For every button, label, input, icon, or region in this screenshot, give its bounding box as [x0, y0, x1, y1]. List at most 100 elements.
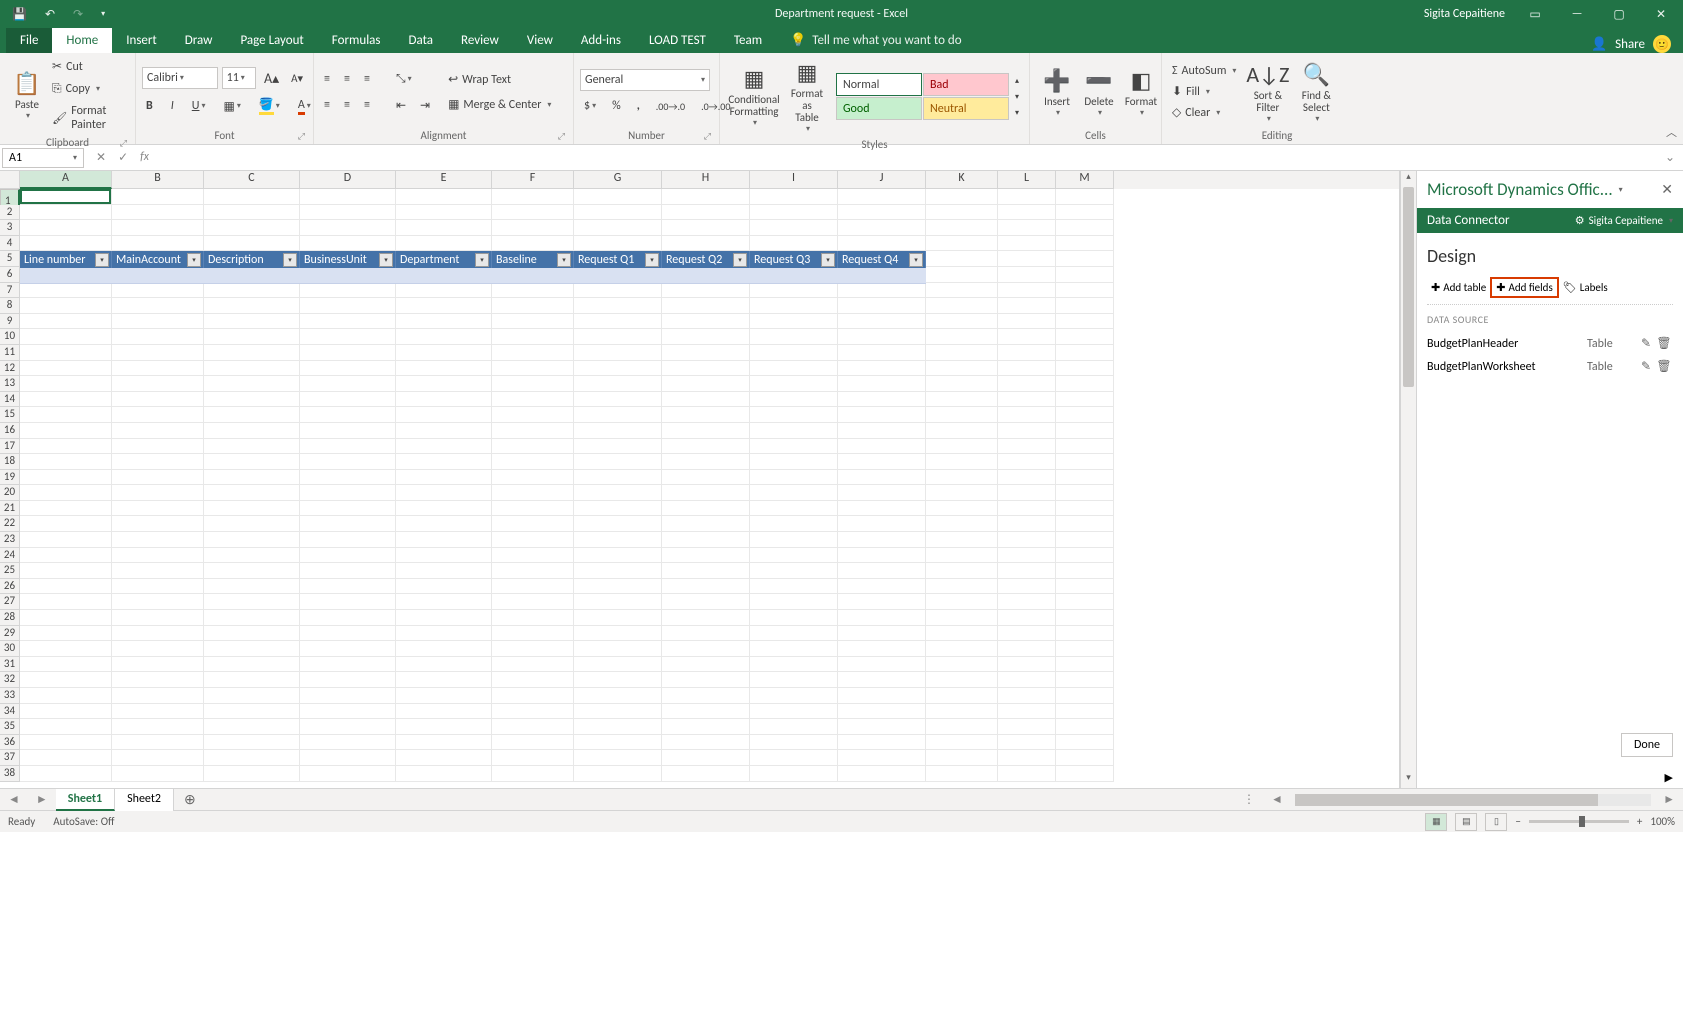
- cell[interactable]: [396, 672, 492, 688]
- column-header-H[interactable]: H: [662, 171, 750, 189]
- cell[interactable]: [300, 314, 396, 330]
- cell[interactable]: [998, 189, 1056, 205]
- cell[interactable]: [204, 345, 300, 361]
- cell[interactable]: [112, 750, 204, 766]
- tab-data[interactable]: Data: [395, 28, 448, 53]
- cell[interactable]: [1056, 610, 1114, 626]
- cell[interactable]: [750, 688, 838, 704]
- decrease-font-icon[interactable]: A▾: [287, 70, 307, 87]
- collapse-ribbon-icon[interactable]: ︿: [1666, 124, 1677, 140]
- cell[interactable]: [1056, 439, 1114, 455]
- table-header-cell[interactable]: Request Q4▾: [838, 251, 926, 268]
- cell[interactable]: [750, 454, 838, 470]
- horizontal-scrollbar[interactable]: ◄ ►: [1263, 792, 1683, 807]
- cell[interactable]: [574, 516, 662, 532]
- cell[interactable]: [662, 548, 750, 564]
- cell[interactable]: [998, 563, 1056, 579]
- cell[interactable]: [1056, 485, 1114, 501]
- cell[interactable]: [998, 516, 1056, 532]
- cell[interactable]: [998, 454, 1056, 470]
- cell[interactable]: [204, 220, 300, 236]
- cell[interactable]: [926, 361, 998, 377]
- filter-dropdown-icon[interactable]: ▾: [909, 253, 923, 267]
- cell[interactable]: [838, 283, 926, 299]
- cell[interactable]: [492, 220, 574, 236]
- cell[interactable]: [300, 454, 396, 470]
- cell[interactable]: [662, 501, 750, 517]
- cell[interactable]: [750, 205, 838, 221]
- row-header[interactable]: 7: [0, 283, 20, 299]
- cell[interactable]: [112, 345, 204, 361]
- cell[interactable]: [112, 626, 204, 642]
- cell[interactable]: [396, 501, 492, 517]
- cell[interactable]: [20, 314, 112, 330]
- cell[interactable]: [574, 376, 662, 392]
- cell[interactable]: [574, 329, 662, 345]
- cell[interactable]: [750, 626, 838, 642]
- cell[interactable]: [926, 579, 998, 595]
- cell[interactable]: [838, 688, 926, 704]
- qat-dropdown-icon[interactable]: ▾: [101, 9, 105, 19]
- cell[interactable]: [750, 298, 838, 314]
- cell[interactable]: [20, 610, 112, 626]
- edit-icon[interactable]: ✎: [1637, 336, 1655, 351]
- cell[interactable]: [998, 548, 1056, 564]
- cell[interactable]: [574, 704, 662, 720]
- row-header[interactable]: 8: [0, 298, 20, 314]
- row-header[interactable]: 17: [0, 439, 20, 455]
- cell[interactable]: [1056, 750, 1114, 766]
- cell[interactable]: [396, 189, 492, 205]
- cell[interactable]: [750, 392, 838, 408]
- cell[interactable]: [492, 423, 574, 439]
- cell[interactable]: [750, 329, 838, 345]
- filter-dropdown-icon[interactable]: ▾: [379, 253, 393, 267]
- cell[interactable]: [396, 345, 492, 361]
- styles-more-icon[interactable]: ▾: [1011, 106, 1023, 120]
- add-fields-button[interactable]: ✚Add fields: [1490, 277, 1559, 298]
- cell[interactable]: [574, 532, 662, 548]
- column-header-I[interactable]: I: [750, 171, 838, 189]
- cell[interactable]: [1056, 251, 1114, 267]
- cell[interactable]: [492, 314, 574, 330]
- cell[interactable]: [998, 407, 1056, 423]
- cell[interactable]: [396, 470, 492, 486]
- cell[interactable]: [1056, 345, 1114, 361]
- cell[interactable]: [112, 657, 204, 673]
- cell[interactable]: [1056, 532, 1114, 548]
- cell[interactable]: [998, 329, 1056, 345]
- cell[interactable]: [998, 439, 1056, 455]
- cell[interactable]: [20, 361, 112, 377]
- tab-file[interactable]: File: [6, 28, 52, 53]
- cell[interactable]: [998, 314, 1056, 330]
- cell[interactable]: [300, 283, 396, 299]
- table-header-cell[interactable]: Request Q2▾: [662, 251, 750, 268]
- cell[interactable]: [20, 392, 112, 408]
- cell[interactable]: [662, 563, 750, 579]
- cell[interactable]: [300, 704, 396, 720]
- border-button[interactable]: ▦▾: [219, 97, 244, 116]
- cell[interactable]: [574, 594, 662, 610]
- cell[interactable]: [926, 548, 998, 564]
- cell[interactable]: [300, 392, 396, 408]
- conditional-formatting-button[interactable]: ▦Conditional Formatting▾: [726, 63, 782, 130]
- cell[interactable]: [998, 672, 1056, 688]
- cell[interactable]: [750, 704, 838, 720]
- cell[interactable]: [926, 267, 998, 283]
- feedback-icon[interactable]: 🙂: [1653, 35, 1671, 53]
- cell[interactable]: [20, 329, 112, 345]
- cell[interactable]: [998, 205, 1056, 221]
- cell[interactable]: [300, 423, 396, 439]
- cell[interactable]: [20, 704, 112, 720]
- row-header[interactable]: 32: [0, 672, 20, 688]
- cell[interactable]: [492, 563, 574, 579]
- cell[interactable]: [204, 501, 300, 517]
- cell[interactable]: [20, 189, 112, 205]
- cell[interactable]: [574, 439, 662, 455]
- row-header[interactable]: 27: [0, 594, 20, 610]
- cell[interactable]: [112, 376, 204, 392]
- cell[interactable]: [574, 501, 662, 517]
- cell[interactable]: [204, 610, 300, 626]
- cell[interactable]: [750, 345, 838, 361]
- cell[interactable]: [662, 532, 750, 548]
- cell[interactable]: [300, 626, 396, 642]
